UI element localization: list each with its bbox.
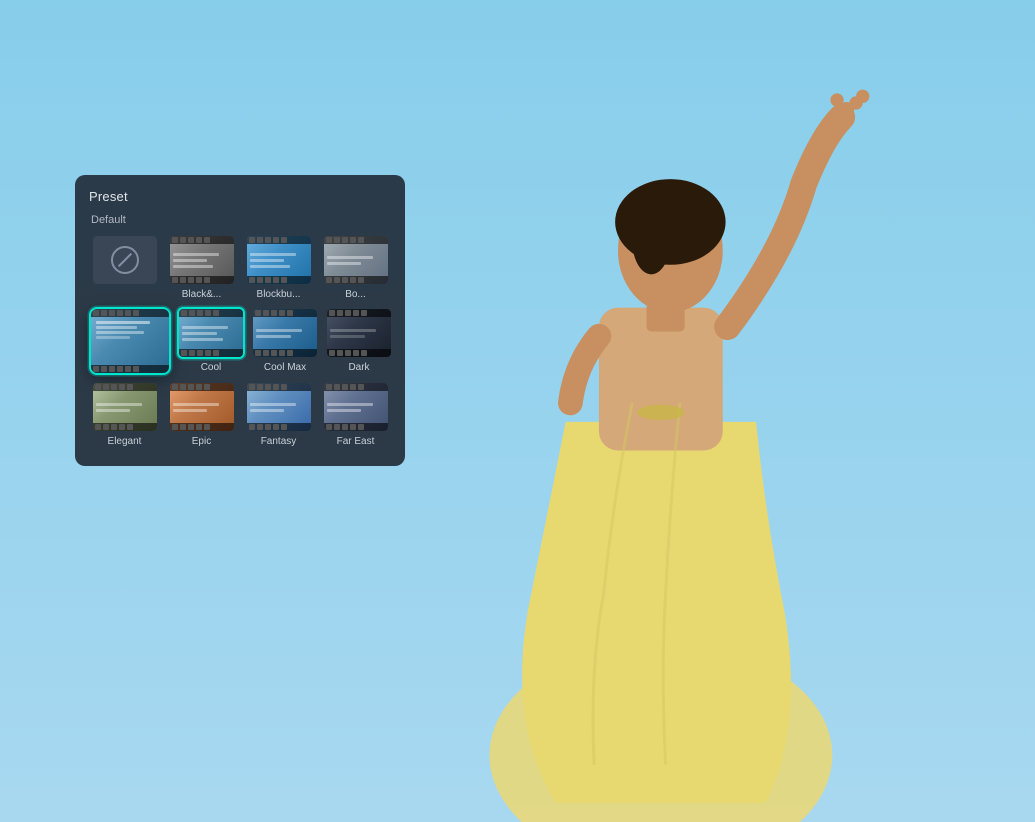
preset-thumb-fareast — [322, 381, 390, 433]
preset-coolmax-inner — [253, 309, 317, 357]
film-strip-bottom-bb — [247, 276, 311, 284]
preset-elegant-inner — [93, 383, 157, 431]
preset-none-inner — [93, 236, 157, 284]
film-content-epic — [170, 391, 234, 423]
film-strip-top-fareast — [324, 383, 388, 391]
preset-grid-row2: Elegant — [89, 381, 391, 448]
film-strip-top-bb — [247, 236, 311, 244]
film-strip-bottom-cool-large — [91, 365, 169, 373]
film-content-cool — [179, 317, 243, 349]
preset-item-cool[interactable]: Cool — [177, 307, 245, 375]
selected-large-thumb[interactable] — [89, 307, 171, 375]
preset-row1: Cool — [89, 307, 391, 375]
preset-thumb-coolmax — [251, 307, 319, 359]
slash-line — [117, 253, 131, 267]
preset-item-none[interactable] — [89, 234, 160, 301]
film-strip-top-elegant — [93, 383, 157, 391]
preset-grid-row0: Black&... — [89, 234, 391, 301]
preset-thumb-blockbuster — [245, 234, 313, 286]
preset-label-elegant: Elegant — [108, 436, 142, 448]
film-content-cm — [253, 317, 317, 349]
preset-label-fareast: Far East — [337, 436, 375, 448]
film-content-dark — [327, 317, 391, 349]
default-section-label: Default — [89, 214, 391, 226]
preset-cool-inner — [179, 309, 243, 357]
preset-thumb-epic — [168, 381, 236, 433]
preset-label-coolmax: Cool Max — [264, 362, 306, 374]
film-strip-top-cool — [179, 309, 243, 317]
none-icon — [111, 246, 139, 274]
preset-fareast-inner — [324, 383, 388, 431]
film-strip-bottom-epic — [170, 423, 234, 431]
preset-label-bo: Bo... — [345, 289, 366, 301]
preset-item-dark[interactable]: Dark — [325, 307, 393, 375]
film-strip-bottom-bw — [170, 276, 234, 284]
film-strip-bottom-fantasy — [247, 423, 311, 431]
preset-blockbuster-inner — [247, 236, 311, 284]
preset-label-fantasy: Fantasy — [261, 436, 297, 448]
preset-thumb-bo — [322, 234, 390, 286]
film-strip-bottom-bo — [324, 276, 388, 284]
preset-item-bo[interactable]: Bo... — [320, 234, 391, 301]
film-strip-top-epic — [170, 383, 234, 391]
person-illustration — [422, 41, 898, 822]
preset-thumb-bw — [168, 234, 236, 286]
film-content-elegant — [93, 391, 157, 423]
preset-item-elegant[interactable]: Elegant — [89, 381, 160, 448]
preset-label-dark: Dark — [348, 362, 369, 374]
preset-label-bw: Black&... — [182, 289, 221, 301]
preset-panel: Preset Default — [75, 175, 405, 466]
film-strip-bottom-elegant — [93, 423, 157, 431]
preset-label-epic: Epic — [192, 436, 211, 448]
preset-bo-inner — [324, 236, 388, 284]
film-content-bw — [170, 244, 234, 276]
preset-item-epic[interactable]: Epic — [166, 381, 237, 448]
preset-thumb-fantasy — [245, 381, 313, 433]
film-strip-bottom-fareast — [324, 423, 388, 431]
film-strip-top-cool-large — [91, 309, 169, 317]
film-content-bb — [247, 244, 311, 276]
film-strip-top-cm — [253, 309, 317, 317]
preset-item-fareast[interactable]: Far East — [320, 381, 391, 448]
preset-thumb-dark — [325, 307, 393, 359]
preset-thumb-cool — [177, 307, 245, 359]
selected-preview-container — [89, 307, 171, 375]
preset-dark-inner — [327, 309, 391, 357]
film-content-bo — [324, 244, 388, 276]
preset-thumb-none — [91, 234, 159, 286]
film-strip-top-dark — [327, 309, 391, 317]
preset-epic-inner — [170, 383, 234, 431]
preset-label-blockbuster: Blockbu... — [257, 289, 301, 301]
film-strip-bottom-cool — [179, 349, 243, 357]
film-strip-bottom-cm — [253, 349, 317, 357]
preset-item-coolmax[interactable]: Cool Max — [251, 307, 319, 375]
preset-label-cool: Cool — [201, 362, 222, 374]
film-strip-top-bw — [170, 236, 234, 244]
preset-item-bw[interactable]: Black&... — [166, 234, 237, 301]
film-content-fareast — [324, 391, 388, 423]
film-content-cool-large — [91, 317, 169, 365]
film-strip-top-bo — [324, 236, 388, 244]
preset-item-blockbuster[interactable]: Blockbu... — [243, 234, 314, 301]
preset-bw-inner — [170, 236, 234, 284]
preset-panel-title: Preset — [89, 189, 391, 204]
preset-item-fantasy[interactable]: Fantasy — [243, 381, 314, 448]
film-strip-bottom-dark — [327, 349, 391, 357]
preset-thumb-elegant — [91, 381, 159, 433]
film-strip-top-fantasy — [247, 383, 311, 391]
film-content-fantasy — [247, 391, 311, 423]
preset-fantasy-inner — [247, 383, 311, 431]
